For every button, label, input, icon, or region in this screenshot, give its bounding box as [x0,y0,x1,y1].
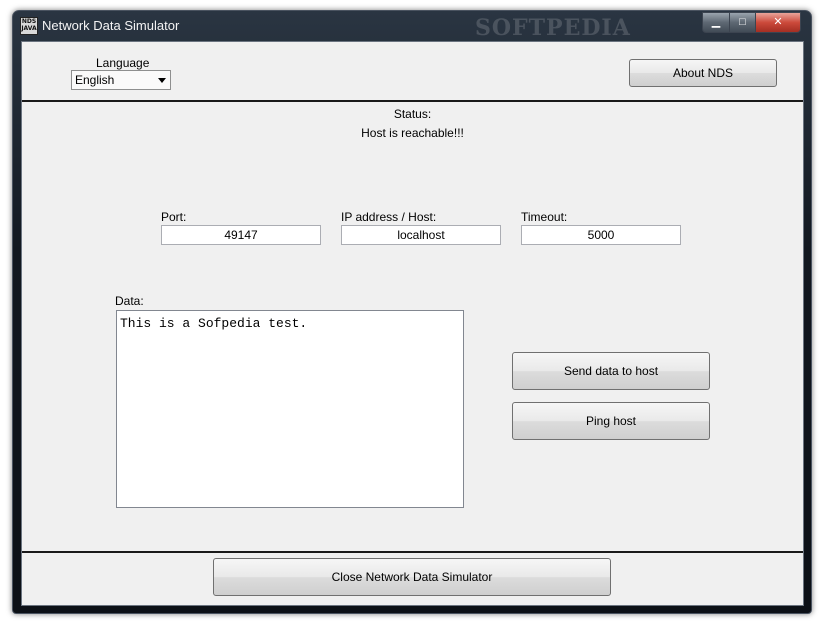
nds-app-icon: NDS JAVA [20,17,38,35]
ping-host-button[interactable]: Ping host [512,402,710,440]
timeout-label: Timeout: [521,210,568,224]
status-text: Host is reachable!!! [361,126,464,140]
close-window-button[interactable]: ✕ [755,12,801,33]
host-field[interactable]: localhost [341,225,501,245]
title-bar[interactable]: NDS JAVA Network Data Simulator SOFTPEDI… [13,11,811,41]
bottom-divider [22,551,803,553]
about-button[interactable]: About NDS [629,59,777,87]
chevron-down-icon [158,78,166,83]
language-selected-value: English [75,73,115,87]
language-select[interactable]: English [71,70,171,90]
maximize-button[interactable]: □ [729,12,756,33]
status-label: Status: [393,107,432,121]
softpedia-watermark: SOFTPEDIA [475,15,631,41]
data-label: Data: [115,294,144,308]
window-title: Network Data Simulator [42,18,180,33]
port-field[interactable]: 49147 [161,225,321,245]
host-label: IP address / Host: [341,210,437,224]
timeout-field[interactable]: 5000 [521,225,681,245]
close-app-button[interactable]: Close Network Data Simulator [213,558,611,596]
top-divider [22,100,803,102]
client-area: Language English About NDS Status: Host … [21,41,804,606]
send-data-button[interactable]: Send data to host [512,352,710,390]
data-textarea[interactable]: This is a Sofpedia test. [116,310,464,508]
language-label: Language [96,56,150,70]
port-label: Port: [161,210,187,224]
minimize-button[interactable]: ▁ [702,12,730,33]
app-window: NDS JAVA Network Data Simulator SOFTPEDI… [12,10,812,614]
